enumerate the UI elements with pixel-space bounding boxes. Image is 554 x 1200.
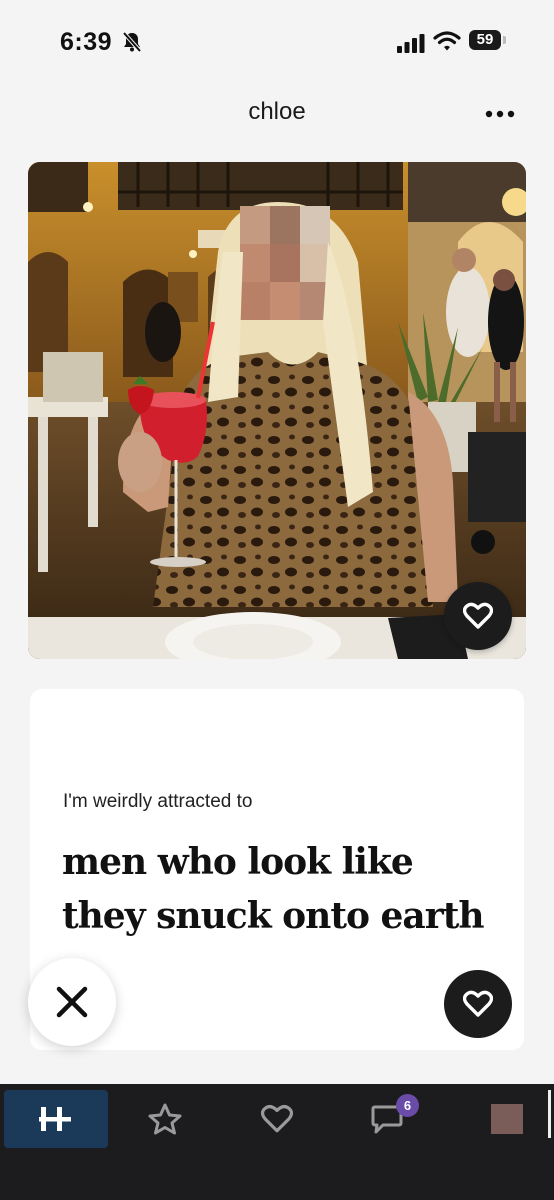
- nav-standouts[interactable]: [134, 1090, 196, 1148]
- battery-icon: 59: [469, 30, 509, 52]
- status-bar: 6:39 59: [0, 0, 554, 86]
- wifi-icon: [433, 30, 461, 52]
- more-options-button[interactable]: [480, 100, 520, 128]
- prompt-answer: men who look like they snuck onto earth: [62, 841, 485, 937]
- avatar: [491, 1104, 523, 1134]
- profile-name: chloe: [248, 98, 306, 125]
- star-icon: [148, 1103, 182, 1135]
- like-prompt-button[interactable]: [444, 970, 512, 1038]
- profile-photo[interactable]: [28, 162, 526, 659]
- nav-likes[interactable]: [246, 1090, 308, 1148]
- matches-badge: 6: [396, 1094, 419, 1117]
- bottom-navigation: [0, 1084, 554, 1200]
- hinge-logo-icon: [39, 1107, 71, 1131]
- cellular-signal-icon: [396, 33, 426, 53]
- prompt-question: I'm weirdly attracted to: [63, 791, 253, 812]
- like-photo-button[interactable]: [444, 582, 512, 650]
- status-time: 6:39: [60, 28, 113, 56]
- nav-profile[interactable]: [486, 1090, 528, 1148]
- bell-muted-icon: [122, 31, 142, 53]
- more-dots-icon: [485, 110, 515, 118]
- edge-divider: [548, 1090, 551, 1138]
- close-icon: [56, 986, 88, 1018]
- skip-button[interactable]: [28, 958, 116, 1046]
- heart-icon: [463, 602, 493, 629]
- heart-icon: [260, 1104, 294, 1133]
- nav-discover[interactable]: [4, 1090, 108, 1148]
- battery-level: 59: [469, 30, 501, 50]
- heart-icon: [463, 990, 493, 1017]
